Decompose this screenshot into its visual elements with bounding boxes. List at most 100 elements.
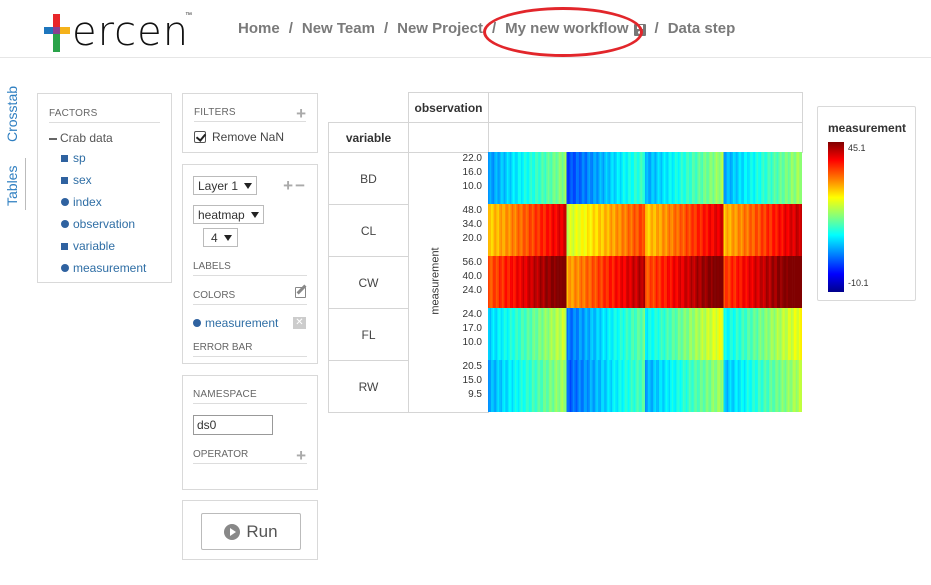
y-tick-label: 9.5 (468, 389, 482, 400)
breadcrumb-separator: / (492, 20, 497, 37)
filters-panel: FILTERS + Remove NaN (182, 93, 318, 153)
play-icon (224, 523, 241, 540)
breadcrumb-project[interactable]: New Project (397, 20, 483, 37)
logo-trademark: ™ (185, 12, 192, 19)
row-label-BD[interactable]: BD (328, 152, 409, 205)
y-tick-label: 40.0 (462, 271, 482, 282)
collapse-icon[interactable] (49, 137, 57, 140)
factor-label: measurement (73, 261, 147, 275)
save-icon[interactable] (633, 23, 646, 36)
colors-title-text: COLORS (193, 290, 236, 301)
namespace-input[interactable] (193, 415, 273, 435)
remove-nan-label: Remove NaN (212, 130, 285, 144)
breadcrumb-data-step[interactable]: Data step (668, 20, 736, 37)
heatmap-row-FL (488, 308, 802, 360)
tercen-logo[interactable]: ercen (44, 4, 189, 52)
chevron-down-icon (250, 211, 259, 218)
size-select[interactable]: 4 (203, 228, 238, 247)
legend-min: -10.1 (848, 278, 869, 288)
heatmap-row-CL (488, 204, 802, 256)
breadcrumb-workflow[interactable]: My new workflow (505, 20, 628, 37)
row-label-CL[interactable]: CL (328, 204, 409, 257)
heatmap-row-CW (488, 256, 802, 308)
factor-item-sex[interactable]: sex (61, 169, 160, 191)
operator-title-text: OPERATOR (193, 449, 249, 460)
y-tick-label: 24.0 (462, 285, 482, 296)
remove-nan-row[interactable]: Remove NaN (194, 130, 306, 144)
col-header-observation[interactable]: observation (408, 92, 489, 123)
factor-item-sp[interactable]: sp (61, 147, 160, 169)
factor-label: variable (73, 239, 116, 253)
logo-text: ercen (72, 9, 190, 55)
legend-panel: measurement 45.1 -10.1 (817, 106, 916, 301)
factor-label: observation (73, 217, 136, 231)
square-icon (61, 176, 68, 184)
namespace-panel: NAMESPACE OPERATOR + (182, 375, 318, 490)
circle-icon (193, 319, 201, 327)
factor-item-observation[interactable]: observation (61, 213, 160, 235)
labels-title: LABELS (193, 261, 307, 276)
add-filter-plus-icon[interactable]: + (296, 105, 306, 122)
y-tick-label: 16.0 (462, 167, 482, 178)
add-operator-plus-icon[interactable]: + (296, 447, 306, 464)
square-icon (61, 154, 68, 162)
y-tick-label: 20.5 (462, 361, 482, 372)
circle-icon (61, 198, 69, 206)
legend-max: 45.1 (848, 143, 866, 153)
remove-nan-checkbox[interactable] (194, 131, 206, 143)
y-tick-label: 22.0 (462, 153, 482, 164)
row-header-variable[interactable]: variable (328, 122, 409, 153)
heatmap[interactable] (488, 152, 802, 412)
y-tick-label: 10.0 (462, 337, 482, 348)
tab-divider (25, 158, 26, 210)
size-select-value: 4 (211, 230, 218, 245)
layer-select-value: Layer 1 (198, 178, 239, 193)
y-tick-label: 24.0 (462, 309, 482, 320)
factor-label: sex (73, 173, 92, 187)
factors-title: FACTORS (49, 108, 160, 123)
row-label-CW[interactable]: CW (328, 256, 409, 309)
y-tick-label: 34.0 (462, 219, 482, 230)
color-factor-label: measurement (205, 316, 279, 330)
col-subheader-area[interactable] (488, 122, 803, 153)
breadcrumb: Home / New Team / New Project / My new w… (238, 20, 735, 37)
labels-title-text: LABELS (193, 261, 231, 272)
breadcrumb-separator: / (654, 20, 659, 37)
run-panel: Run (182, 500, 318, 560)
layer-select[interactable]: Layer 1 (193, 176, 258, 195)
breadcrumb-home[interactable]: Home (238, 20, 280, 37)
legend-color-bar (828, 142, 844, 292)
error-bar-title-text: ERROR BAR (193, 342, 253, 353)
y-tick-label: 56.0 (462, 257, 482, 268)
factor-item-index[interactable]: index (61, 191, 160, 213)
remove-color-x-icon[interactable]: ✕ (293, 317, 306, 329)
edit-icon[interactable] (295, 287, 306, 298)
tab-tables[interactable]: Tables (4, 166, 20, 206)
factor-item-measurement[interactable]: measurement (61, 257, 160, 279)
circle-icon (61, 220, 69, 228)
tab-crosstab[interactable]: Crosstab (4, 86, 20, 142)
factor-list: sp sex index observation variable measurement (49, 147, 160, 279)
empty-header-cell (408, 122, 489, 153)
row-label-RW[interactable]: RW (328, 360, 409, 413)
colors-title: COLORS (193, 287, 307, 305)
circle-icon (61, 264, 69, 272)
run-button[interactable]: Run (201, 513, 301, 550)
breadcrumb-team[interactable]: New Team (302, 20, 375, 37)
y-tick-label: 17.0 (462, 323, 482, 334)
y-tick-label: 20.0 (462, 233, 482, 244)
add-remove-layer-icon[interactable]: +− (283, 176, 307, 196)
crosstab-grid: observation variable measurement BD 22.0 1… (328, 92, 803, 413)
row-label-FL[interactable]: FL (328, 308, 409, 361)
legend-title: measurement (828, 121, 907, 135)
tree-root[interactable]: Crab data (49, 131, 160, 145)
top-bar: ercen ™ Home / New Team / New Project / … (0, 0, 931, 58)
y-tick-label: 48.0 (462, 205, 482, 216)
color-factor-item[interactable]: measurement ✕ (193, 316, 307, 330)
chart-type-select[interactable]: heatmap (193, 205, 264, 224)
factor-item-variable[interactable]: variable (61, 235, 160, 257)
factor-label: index (73, 195, 102, 209)
breadcrumb-separator: / (288, 20, 293, 37)
col-header-area[interactable] (488, 92, 803, 123)
chart-type-value: heatmap (198, 207, 245, 222)
